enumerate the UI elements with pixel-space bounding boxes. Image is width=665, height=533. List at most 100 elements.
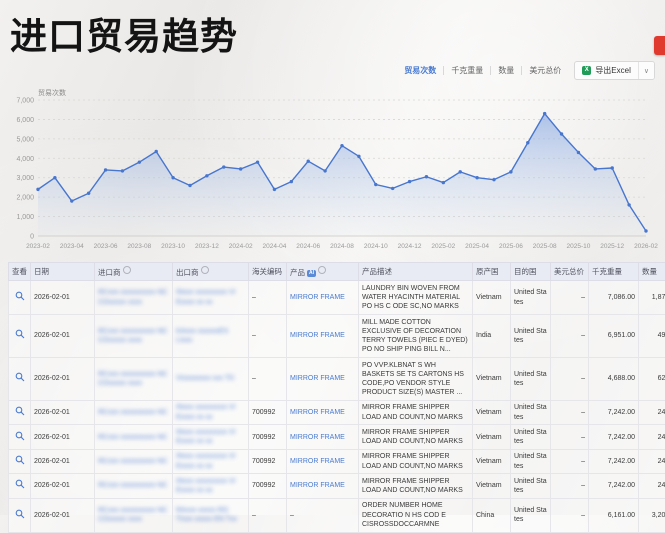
data-point-marker[interactable]	[340, 144, 343, 147]
exporter-link[interactable]: VIxxxxxxxx xxx TD	[176, 375, 234, 382]
importer-link[interactable]: RCxxx xxxxxxxxxx NC COxxxxx xxxx	[98, 289, 168, 305]
search-button[interactable]	[15, 431, 25, 441]
export-dropdown-button[interactable]: ∨	[638, 62, 654, 79]
data-point-marker[interactable]	[357, 155, 360, 158]
exporter-link[interactable]: INxxx xxxxxxxxx VI Exxxx xx xx	[176, 429, 236, 445]
importer-link[interactable]: RCxxx xxxxxxxxxx NC	[98, 409, 168, 416]
search-button[interactable]	[15, 406, 25, 416]
tab-quantity[interactable]: 数量	[495, 63, 517, 78]
data-point-marker[interactable]	[492, 178, 495, 181]
search-button[interactable]	[15, 509, 25, 519]
date-cell: 2026-02-01	[31, 498, 95, 532]
importer-link[interactable]: RCxxx xxxxxxxxxx NC COxxxxx xxxx	[98, 507, 168, 523]
destination-cell: United States	[511, 498, 551, 532]
product-link[interactable]: MIRROR FRAME	[290, 482, 345, 489]
data-point-marker[interactable]	[560, 132, 563, 135]
product-link[interactable]: MIRROR FRAME	[290, 434, 345, 441]
product-cell: MIRROR FRAME	[287, 281, 359, 315]
exporter-link[interactable]: INxxx xxxxxxxxx VI Exxxx xx xx	[176, 478, 236, 494]
origin-cell: Vietnam	[473, 449, 511, 473]
importer-link[interactable]: RCxxx xxxxxxxxxx NC	[98, 458, 168, 465]
data-point-marker[interactable]	[644, 229, 647, 232]
exporter-link[interactable]: INxxx xxxxxxxxx VI Exxxx xx xx	[176, 289, 236, 305]
data-point-marker[interactable]	[70, 199, 73, 202]
importer-link[interactable]: RCxxx xxxxxxxxxx NC COxxxxx xxxx	[98, 328, 168, 344]
col-header-origin-country: 原产国	[473, 263, 511, 281]
x-tick-label: 2024-02	[229, 243, 253, 250]
info-icon[interactable]	[123, 266, 131, 274]
data-point-marker[interactable]	[104, 168, 107, 171]
data-point-marker[interactable]	[323, 169, 326, 172]
data-point-marker[interactable]	[155, 150, 158, 153]
hs-code-cell: –	[249, 315, 287, 358]
table-row: 2026-02-01RCxxx xxxxxxxxxx NC COxxxxx xx…	[9, 315, 665, 358]
data-point-marker[interactable]	[627, 203, 630, 206]
product-link[interactable]: MIRROR FRAME	[290, 458, 345, 465]
data-point-marker[interactable]	[475, 176, 478, 179]
data-point-marker[interactable]	[408, 180, 411, 183]
data-point-marker[interactable]	[526, 141, 529, 144]
product-link[interactable]: MIRROR FRAME	[290, 375, 345, 382]
data-point-marker[interactable]	[611, 166, 614, 169]
exporter-link[interactable]: INxxx xxxxxxxxx VI Exxxx xx xx	[176, 453, 236, 469]
data-point-marker[interactable]	[307, 160, 310, 163]
product-link[interactable]: MIRROR FRAME	[290, 409, 345, 416]
product-link[interactable]: MIRROR FRAME	[290, 294, 345, 301]
info-icon[interactable]	[201, 266, 209, 274]
usd-total-cell: –	[551, 315, 589, 358]
info-icon[interactable]	[318, 266, 326, 274]
data-point-marker[interactable]	[577, 151, 580, 154]
data-point-marker[interactable]	[273, 188, 276, 191]
search-button[interactable]	[15, 372, 25, 382]
data-point-marker[interactable]	[36, 188, 39, 191]
tab-kg-weight[interactable]: 千克重量	[448, 63, 486, 78]
data-point-marker[interactable]	[53, 176, 56, 179]
search-button[interactable]	[15, 329, 25, 339]
product-link[interactable]: MIRROR FRAME	[290, 332, 345, 339]
data-point-marker[interactable]	[87, 192, 90, 195]
data-point-marker[interactable]	[171, 176, 174, 179]
search-button[interactable]	[15, 479, 25, 489]
importer-link[interactable]: RCxxx xxxxxxxxxx NC COxxxxx xxxx	[98, 371, 168, 387]
side-float-badge[interactable]	[654, 36, 665, 55]
tab-trade-count[interactable]: 贸易次数	[401, 63, 439, 78]
exporter-link[interactable]: KAxxx xxxxxxES LIxxx	[176, 328, 228, 344]
importer-link[interactable]: RCxxx xxxxxxxxxx NC	[98, 482, 168, 489]
trend-chart: 贸易次数 01,0002,0003,0004,0005,0006,0007,00…	[0, 84, 665, 256]
col-header-kg-weight: 千克重量	[589, 263, 639, 281]
search-button[interactable]	[15, 291, 25, 301]
data-point-marker[interactable]	[594, 167, 597, 170]
exporter-link[interactable]: RAxxx xxxxx RO TIxxx xxxxx EN Txx	[176, 507, 237, 523]
product-cell: MIRROR FRAME	[287, 425, 359, 449]
exporter-link[interactable]: INxxx xxxxxxxxx VI Exxxx xx xx	[176, 404, 236, 420]
importer-link[interactable]: RCxxx xxxxxxxxxx NC	[98, 434, 168, 441]
hs-code-cell: 700992	[249, 474, 287, 498]
data-point-marker[interactable]	[442, 181, 445, 184]
data-point-marker[interactable]	[391, 187, 394, 190]
data-point-marker[interactable]	[188, 184, 191, 187]
data-point-marker[interactable]	[290, 180, 293, 183]
data-point-marker[interactable]	[425, 175, 428, 178]
data-point-marker[interactable]	[205, 174, 208, 177]
data-point-marker[interactable]	[138, 160, 141, 163]
data-point-marker[interactable]	[239, 167, 242, 170]
tab-usd-total[interactable]: 美元总价	[526, 63, 564, 78]
y-tick-label: 0	[30, 234, 34, 241]
product-cell: MIRROR FRAME	[287, 474, 359, 498]
usd-total-cell: –	[551, 281, 589, 315]
search-button[interactable]	[15, 455, 25, 465]
col-header-exporter: 出口商	[173, 263, 249, 281]
usd-total-cell: –	[551, 358, 589, 401]
export-excel-button[interactable]: X 导出Excel	[575, 62, 638, 79]
data-point-marker[interactable]	[374, 183, 377, 186]
description-cell: PO VVP.KLBNAT S WH BASKETS SE TS CARTONS…	[359, 358, 473, 401]
data-point-marker[interactable]	[121, 169, 124, 172]
data-point-marker[interactable]	[459, 170, 462, 173]
data-point-marker[interactable]	[543, 112, 546, 115]
data-point-marker[interactable]	[256, 160, 259, 163]
importer-cell: RCxxx xxxxxxxxxx NC COxxxxx xxxx	[95, 315, 173, 358]
data-point-marker[interactable]	[509, 170, 512, 173]
data-point-marker[interactable]	[222, 165, 225, 168]
exporter-cell: INxxx xxxxxxxxx VI Exxxx xx xx	[173, 400, 249, 424]
x-tick-label: 2023-02	[26, 243, 50, 250]
